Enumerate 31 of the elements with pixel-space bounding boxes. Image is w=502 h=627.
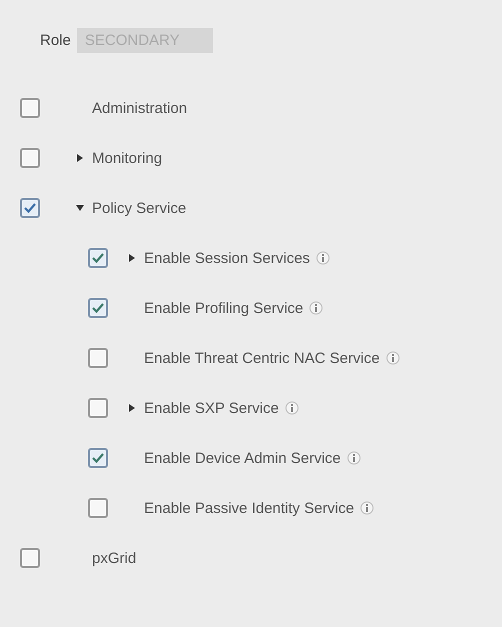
checkbox[interactable] xyxy=(88,298,108,318)
checkbox[interactable] xyxy=(20,98,40,118)
checkbox[interactable] xyxy=(20,198,40,218)
info-icon[interactable] xyxy=(309,301,324,315)
service-label: pxGrid xyxy=(92,550,136,566)
info-icon[interactable] xyxy=(346,451,361,465)
role-label: Role xyxy=(40,32,71,49)
service-label: Administration xyxy=(92,100,188,116)
service-label: Policy Service xyxy=(92,200,186,216)
service-label: Enable Device Admin Service xyxy=(144,450,341,466)
service-label: Enable Threat Centric NAC Service xyxy=(144,350,380,366)
checkbox[interactable] xyxy=(88,448,108,468)
expand-arrow-icon[interactable] xyxy=(76,204,84,212)
checkbox[interactable] xyxy=(88,498,108,518)
checkbox[interactable] xyxy=(88,248,108,268)
checkbox[interactable] xyxy=(20,548,40,568)
service-label: Enable Profiling Service xyxy=(144,300,304,316)
info-icon[interactable] xyxy=(316,251,330,265)
checkbox[interactable] xyxy=(88,398,108,418)
service-label: Enable SXP Service xyxy=(144,400,279,416)
service-label: Enable Passive Identity Service xyxy=(144,500,354,516)
info-icon[interactable] xyxy=(284,401,299,415)
info-icon[interactable] xyxy=(360,501,374,515)
service-label: Enable Session Services xyxy=(144,250,310,266)
expand-arrow-icon[interactable] xyxy=(128,404,136,412)
expand-arrow-icon[interactable] xyxy=(128,254,136,262)
service-label: Monitoring xyxy=(92,150,162,166)
info-icon[interactable] xyxy=(386,351,400,365)
expand-arrow-icon[interactable] xyxy=(76,154,84,162)
checkbox[interactable] xyxy=(20,148,40,168)
checkbox[interactable] xyxy=(88,348,108,368)
